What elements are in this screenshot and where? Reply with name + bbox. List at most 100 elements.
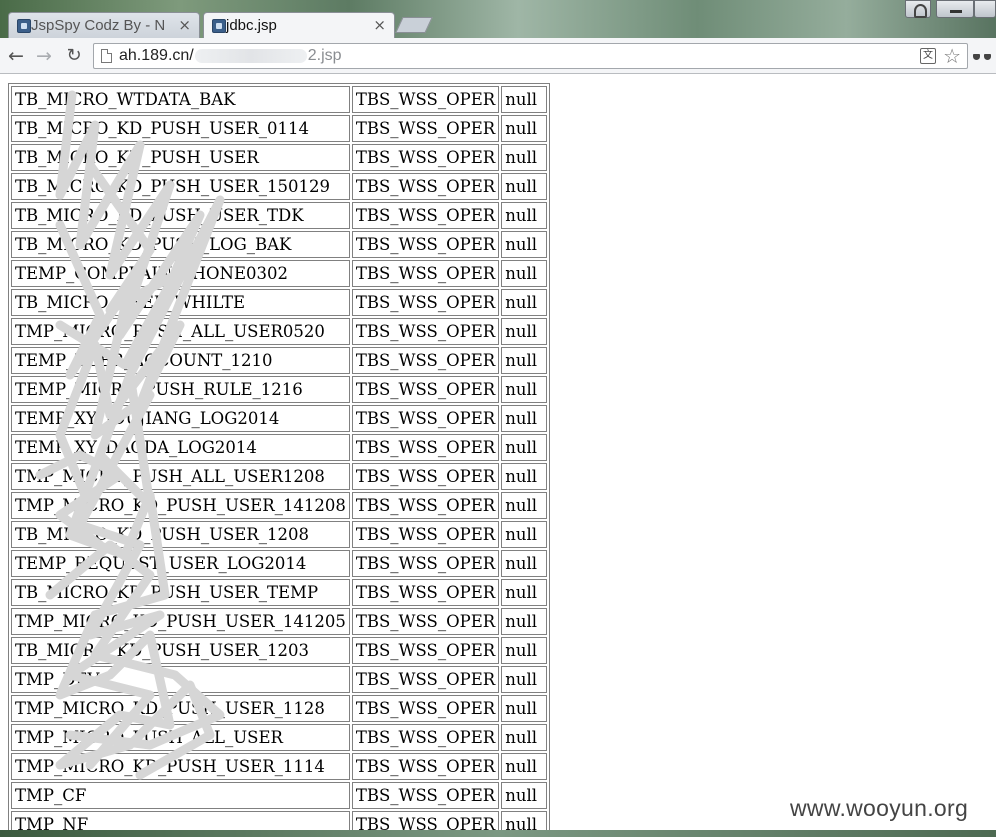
table-row: TEMP_XY_JOUJIANG_LOG2014 TBS_WSS_OPER null — [11, 405, 548, 432]
value-cell: null — [501, 695, 548, 722]
table-row: TMP_CF TBS_WSS_OPER null — [11, 782, 548, 809]
owner-cell: TBS_WSS_OPER — [351, 202, 500, 229]
reload-icon[interactable]: ↻ — [62, 44, 86, 68]
table-name-cell: TEMP_USER_ACCOUNT_1210 — [11, 347, 350, 374]
value-cell: null — [501, 782, 548, 809]
owner-cell: TBS_WSS_OPER — [351, 492, 500, 519]
tab-jspspy[interactable]: JspSpy Codz By - N × — [8, 12, 200, 38]
address-bar[interactable]: ah.189.cn/2.jsp 文 ☆ — [93, 43, 968, 69]
table-row: TB_MICRO_KD_PUSH_USER_TEMP TBS_WSS_OPER nu… — [11, 579, 548, 606]
close-tab-icon[interactable]: × — [373, 16, 386, 34]
maximize-button[interactable] — [974, 0, 996, 18]
value-cell: null — [501, 202, 548, 229]
owner-cell: TBS_WSS_OPER — [351, 376, 500, 403]
table-row: TEMP_XY_DAODA_LOG2014 TBS_WSS_OPER null — [11, 434, 548, 461]
value-cell: null — [501, 492, 548, 519]
owner-cell: TBS_WSS_OPER — [351, 782, 500, 809]
value-cell: null — [501, 521, 548, 548]
url-suffix: 2.jsp — [307, 47, 342, 64]
tab-title: JspSpy Codz By - N — [31, 17, 166, 34]
table-name-cell: TMP_MICRO_PUSH_ALL_USER1208 — [11, 463, 350, 490]
value-cell: null — [501, 753, 548, 780]
owner-cell: TBS_WSS_OPER — [351, 724, 500, 751]
profile-icon[interactable] — [905, 0, 931, 18]
forward-arrow-icon[interactable]: → — [32, 44, 56, 68]
table-row: TB_MICRO_KD_PUSH_LOG_BAK TBS_WSS_OPER null — [11, 231, 548, 258]
table-row: TB_MICRO_KD_PUSH_USER_1208 TBS_WSS_OPER nu… — [11, 521, 548, 548]
bookmark-star-icon[interactable]: ☆ — [943, 44, 961, 68]
table-name-cell: TB_MICRO_KD_PUSH_USER_1203 — [11, 637, 350, 664]
watermark: www.wooyun.org — [790, 795, 969, 821]
owner-cell: TBS_WSS_OPER — [351, 811, 500, 830]
owner-cell: TBS_WSS_OPER — [351, 666, 500, 693]
table-name-cell: TB_MICRO_KD_PUSH_USER_1208 — [11, 521, 350, 548]
table-name-cell: TB_MICRO_USER_WHILTE — [11, 289, 350, 316]
owner-cell: TBS_WSS_OPER — [351, 405, 500, 432]
value-cell: null — [501, 260, 548, 287]
table-name-cell: TMP_MICRO_KD_PUSH_USER_141208 — [11, 492, 350, 519]
owner-cell: TBS_WSS_OPER — [351, 231, 500, 258]
value-cell: null — [501, 86, 548, 113]
table-row: TMP_MICRO_KD_PUSH_USER_1128 TBS_WSS_OPER n… — [11, 695, 548, 722]
url-text[interactable]: ah.189.cn/2.jsp — [119, 47, 342, 65]
value-cell: null — [501, 289, 548, 316]
owner-cell: TBS_WSS_OPER — [351, 144, 500, 171]
tab-title: jdbc.jsp — [226, 17, 277, 34]
new-tab-button[interactable] — [395, 17, 433, 33]
table-row: TB_MICRO_KD_PUSH_USER_0114 TBS_WSS_OPER nu… — [11, 115, 548, 142]
results-table-body: TB_MICRO_WTDATA_BAK TBS_WSS_OPER null TB_MI… — [11, 86, 548, 830]
table-row: TMP_MICRO_PUSH_ALL_USER TBS_WSS_OPER null — [11, 724, 548, 751]
value-cell: null — [501, 811, 548, 830]
owner-cell: TBS_WSS_OPER — [351, 521, 500, 548]
value-cell: null — [501, 173, 548, 200]
value-cell: null — [501, 637, 548, 664]
url-redaction — [194, 48, 307, 63]
taskbar-strip — [0, 830, 996, 837]
table-name-cell: TEMP_REQUEST_USER_LOG2014 — [11, 550, 350, 577]
owner-cell: TBS_WSS_OPER — [351, 753, 500, 780]
table-row: TMP_MICRO_KD_PUSH_USER_141208 TBS_WSS_OPE… — [11, 492, 548, 519]
url-prefix: ah.189.cn/ — [119, 47, 194, 64]
table-row: TMP_NF TBS_WSS_OPER null — [11, 811, 548, 830]
table-row: TB_MICRO_KD_PUSH_USER_150129 TBS_WSS_OPER… — [11, 173, 548, 200]
table-name-cell: TEMP_COMPLAIN_PHONE0302 — [11, 260, 350, 287]
extension-glasses-icon[interactable] — [973, 52, 991, 62]
table-row: TB_MICRO_KD_PUSH_USER TBS_WSS_OPER null — [11, 144, 548, 171]
value-cell: null — [501, 347, 548, 374]
table-row: TB_MICRO_WTDATA_BAK TBS_WSS_OPER null — [11, 86, 548, 113]
table-row: TMP_MICRO_PUSH_ALL_USER1208 TBS_WSS_OPER n… — [11, 463, 548, 490]
minimize-button[interactable] — [936, 0, 974, 18]
value-cell: null — [501, 608, 548, 635]
table-name-cell: TB_MICRO_KD_PUSH_USER_0114 — [11, 115, 350, 142]
back-arrow-icon[interactable]: ← — [4, 44, 28, 68]
owner-cell: TBS_WSS_OPER — [351, 608, 500, 635]
owner-cell: TBS_WSS_OPER — [351, 463, 500, 490]
table-row: TMP_DEV TBS_WSS_OPER null — [11, 666, 548, 693]
table-name-cell: TB_MICRO_WTDATA_BAK — [11, 86, 350, 113]
page-icon — [101, 49, 112, 63]
table-row: TEMP_MICRO_PUSH_RULE_1216 TBS_WSS_OPER nul… — [11, 376, 548, 403]
table-row: TEMP_REQUEST_USER_LOG2014 TBS_WSS_OPER nul… — [11, 550, 548, 577]
value-cell: null — [501, 579, 548, 606]
table-name-cell: TEMP_MICRO_PUSH_RULE_1216 — [11, 376, 350, 403]
translate-icon[interactable]: 文 — [920, 48, 936, 64]
table-name-cell: TMP_MICRO_PUSH_ALL_USER0520 — [11, 318, 350, 345]
table-name-cell: TMP_MICRO_KD_PUSH_USER_141205 — [11, 608, 350, 635]
close-tab-icon[interactable]: × — [178, 16, 191, 34]
table-name-cell: TB_MICRO_KD_PUSH_USER — [11, 144, 350, 171]
table-row: TB_MICRO_KD_PUSH_USER_TDK TBS_WSS_OPER nul… — [11, 202, 548, 229]
table-row: TB_MICRO_USER_WHILTE TBS_WSS_OPER null — [11, 289, 548, 316]
owner-cell: TBS_WSS_OPER — [351, 579, 500, 606]
owner-cell: TBS_WSS_OPER — [351, 115, 500, 142]
page-content: TB_MICRO_WTDATA_BAK TBS_WSS_OPER null TB_MI… — [0, 75, 996, 830]
table-name-cell: TMP_MICRO_PUSH_ALL_USER — [11, 724, 350, 751]
table-row: TEMP_COMPLAIN_PHONE0302 TBS_WSS_OPER null — [11, 260, 548, 287]
table-name-cell: TEMP_XY_DAODA_LOG2014 — [11, 434, 350, 461]
browser-toolbar: ← → ↻ ah.189.cn/2.jsp 文 ☆ — [0, 38, 996, 74]
table-row: TMP_MICRO_KD_PUSH_USER_1114 TBS_WSS_OPER n… — [11, 753, 548, 780]
tab-jdbc[interactable]: jdbc.jsp × — [203, 12, 395, 38]
owner-cell: TBS_WSS_OPER — [351, 318, 500, 345]
value-cell: null — [501, 550, 548, 577]
table-name-cell: TB_MICRO_KD_PUSH_USER_TDK — [11, 202, 350, 229]
owner-cell: TBS_WSS_OPER — [351, 550, 500, 577]
